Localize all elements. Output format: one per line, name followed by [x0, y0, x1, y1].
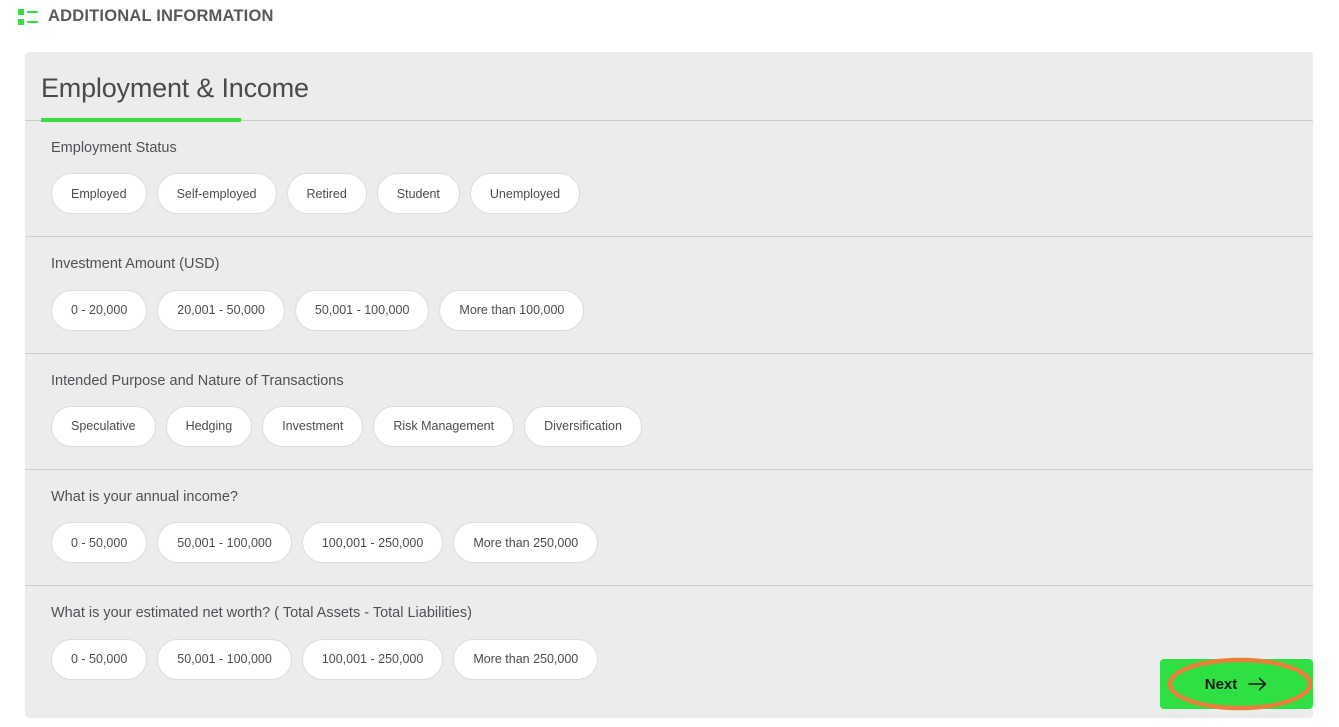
- page-header: ADDITIONAL INFORMATION: [0, 0, 1339, 33]
- option-group-investment-amount: 0 - 20,000 20,001 - 50,000 50,001 - 100,…: [51, 289, 1287, 331]
- option-pill-0-20000[interactable]: 0 - 20,000: [51, 289, 148, 331]
- option-group-employment-status: Employed Self-employed Retired Student U…: [51, 173, 1287, 215]
- option-pill-investment[interactable]: Investment: [262, 405, 364, 447]
- option-pill-income-100001-250000[interactable]: 100,001 - 250,000: [301, 522, 444, 564]
- option-pill-speculative[interactable]: Speculative: [51, 405, 156, 447]
- list-icon: [18, 8, 38, 25]
- option-pill-50001-100000[interactable]: 50,001 - 100,000: [294, 289, 430, 331]
- question-label: Employment Status: [51, 139, 177, 156]
- question-intended-purpose: Intended Purpose and Nature of Transacti…: [25, 354, 1313, 470]
- question-annual-income: What is your annual income? 0 - 50,000 5…: [25, 470, 1313, 587]
- page-title: ADDITIONAL INFORMATION: [48, 7, 274, 26]
- list-icon-square: [18, 8, 24, 15]
- option-pill-employed[interactable]: Employed: [51, 173, 147, 215]
- option-pill-hedging[interactable]: Hedging: [165, 405, 253, 447]
- option-pill-student[interactable]: Student: [376, 173, 460, 215]
- employment-income-card: Employment & Income Employment Status Em…: [25, 52, 1313, 718]
- form-footer: Next: [25, 659, 1313, 709]
- list-icon-row: [18, 18, 38, 25]
- option-pill-income-0-50000[interactable]: 0 - 50,000: [51, 522, 148, 564]
- option-pill-self-employed[interactable]: Self-employed: [156, 173, 277, 215]
- next-button-label: Next: [1204, 675, 1238, 693]
- card-title: Employment & Income: [41, 73, 309, 103]
- list-icon-row: [18, 8, 38, 15]
- option-pill-risk-management[interactable]: Risk Management: [373, 405, 515, 447]
- option-pill-more-than-100000[interactable]: More than 100,000: [439, 289, 585, 331]
- list-icon-bar: [27, 10, 38, 13]
- option-pill-20001-50000[interactable]: 20,001 - 50,000: [157, 289, 285, 331]
- card-title-divider: [25, 117, 1313, 122]
- option-pill-income-more-than-250000[interactable]: More than 250,000: [453, 522, 599, 564]
- card-header: Employment & Income: [25, 52, 1313, 122]
- question-label: What is your estimated net worth? ( Tota…: [51, 605, 472, 622]
- option-group-annual-income: 0 - 50,000 50,001 - 100,000 100,001 - 25…: [51, 522, 1287, 564]
- card-title-accent-bar: [41, 117, 241, 122]
- list-icon-square: [18, 18, 24, 25]
- option-group-intended-purpose: Speculative Hedging Investment Risk Mana…: [51, 405, 1287, 447]
- arrow-right-icon: [1248, 676, 1268, 692]
- question-label: Intended Purpose and Nature of Transacti…: [51, 372, 344, 389]
- question-investment-amount: Investment Amount (USD) 0 - 20,000 20,00…: [25, 237, 1313, 354]
- option-pill-diversification[interactable]: Diversification: [524, 405, 642, 447]
- list-icon-bar: [27, 20, 38, 23]
- option-pill-unemployed[interactable]: Unemployed: [469, 173, 581, 215]
- next-button[interactable]: Next: [1160, 659, 1313, 709]
- question-label: What is your annual income?: [51, 488, 238, 505]
- question-employment-status: Employment Status Employed Self-employed…: [25, 121, 1313, 238]
- option-pill-retired[interactable]: Retired: [286, 173, 367, 215]
- question-label: Investment Amount (USD): [51, 256, 220, 273]
- option-pill-income-50001-100000[interactable]: 50,001 - 100,000: [157, 522, 292, 564]
